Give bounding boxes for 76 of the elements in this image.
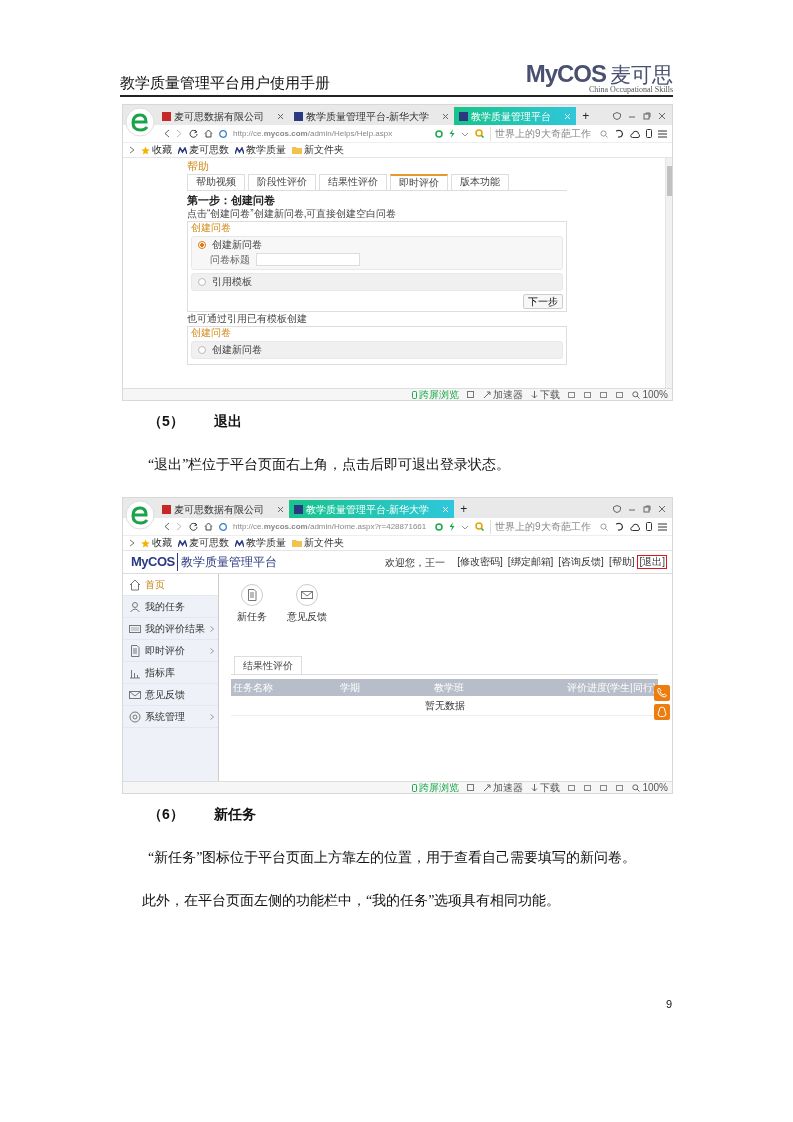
search-field[interactable]: 世界上的9大奇葩工作 [490,126,594,141]
shortcut-button[interactable]: 意见反馈 [287,584,327,624]
browser-tab[interactable]: 麦可思数据有限公司 [157,107,289,125]
bookmark[interactable]: 收藏 [141,145,172,155]
paragraph: “新任务”图标位于平台页面上方靠左的位置，用于查看自己需要填写的新问卷。 [148,849,638,867]
column-header: 学期 [338,681,361,695]
app-title: 教学质量管理平台 [176,553,277,571]
tab-title: 麦可思数据有限公司 [174,502,264,517]
status-item[interactable]: 100% [632,389,668,400]
header-link[interactable]: [修改密码] [456,556,504,568]
radio-label: 引用模板 [212,276,252,289]
sidebar-item[interactable]: 系统管理 [123,706,218,728]
header-link[interactable]: [咨询反馈] [557,556,605,568]
section-number: （6） [148,805,184,824]
sidebar-item[interactable]: 我的任务 [123,596,218,618]
paragraph: “退出”栏位于平台页面右上角，点击后即可退出登录状态。 [148,456,512,474]
tab[interactable]: 结果性评价 [319,174,387,191]
page-title: 帮助 [187,160,210,174]
bookmark[interactable]: 教学质量 [235,145,286,155]
section-heading: 退出 [213,412,242,431]
status-item[interactable]: 100% [632,782,668,793]
next-button[interactable]: 下一步 [523,294,563,310]
new-tab-button[interactable]: + [454,500,474,518]
status-item[interactable]: 下载 [531,782,561,793]
search-field[interactable]: 世界上的9大奇葩工作 [490,519,594,534]
sidebar-item[interactable]: 指标库 [123,662,218,684]
header-link[interactable]: [退出] [638,556,666,568]
page-number: 9 [665,997,672,1012]
panel-title: 创建问卷 [191,327,232,340]
browser-tab[interactable]: 教学质量管理平台-新华大学 [289,107,455,125]
status-item[interactable]: 下载 [531,389,561,400]
column-header: 教学班 [432,681,465,695]
tab-title: 教学质量管理平台-新华大学 [306,502,430,517]
new-tab-button[interactable]: + [576,107,596,125]
tab[interactable]: 版本功能 [451,174,509,191]
bookmark[interactable]: 教学质量 [235,538,286,548]
status-item[interactable]: 加速器 [483,782,524,793]
brand-logo: MyCOS [131,553,175,572]
tab[interactable]: 即时评价 [390,174,448,191]
sidebar-item[interactable]: 意见反馈 [123,684,218,706]
bookmark[interactable]: 新文件夹 [292,145,344,155]
instruction-text: 也可通过引用已有模板创建 [187,313,308,326]
tab[interactable]: 阶段性评价 [248,174,316,191]
header-link[interactable]: [帮助] [607,556,636,568]
welcome-text: 欢迎您，王一 [385,555,446,570]
shortcut-button[interactable]: 新任务 [237,584,267,624]
column-header: 任务名称 [232,681,274,695]
section-heading: 新任务 [213,805,256,824]
radio-label: 创建新问卷 [212,239,262,252]
status-item[interactable]: 加速器 [483,389,524,400]
url-text[interactable]: http://ce.mycos.com/admin/Helps/Help.aspx [233,127,429,140]
tab[interactable]: 结果性评价 [234,656,302,674]
logo-tagline: China Occupational Skills [589,86,673,94]
tab[interactable]: 帮助视频 [187,174,245,191]
url-text[interactable]: http://ce.mycos.com/admin/Home.aspx?r=428871661 [233,520,429,533]
logo-text: MyCOS [525,62,606,86]
tab-title: 麦可思数据有限公司 [174,109,264,124]
sidebar-item[interactable]: 我的评价结果 [123,618,218,640]
tab-title: 教学质量管理平台-新华大学 [306,109,430,124]
radio-label: 创建新问卷 [212,344,262,357]
bookmark[interactable]: 麦可思数 [178,538,229,548]
document-title: 教学质量管理平台用户使用手册 [120,73,330,93]
tab-title: 教学质量管理平台 [471,109,552,124]
instruction-text: 点击“创建问卷”创建新问卷,可直接创建空白问卷 [187,208,398,221]
paragraph: 此外，在平台页面左侧的功能栏中，“我的任务”选项具有相同功能。 [142,892,562,910]
header-link[interactable]: [绑定邮箱] [506,556,555,568]
field-label: 问卷标题 [210,254,250,266]
panel-title: 创建问卷 [191,222,232,235]
sidebar-item[interactable]: 即时评价 [123,640,218,662]
section-number: （5） [148,412,184,431]
bookmark[interactable]: 收藏 [141,538,172,548]
bookmark[interactable]: 新文件夹 [292,538,344,548]
step-title: 第一步：创建问卷 [187,193,276,208]
bookmark[interactable]: 麦可思数 [178,145,229,155]
logo-text: 麦可思 [610,65,673,86]
browser-tab[interactable]: 麦可思数据有限公司 [157,500,289,518]
